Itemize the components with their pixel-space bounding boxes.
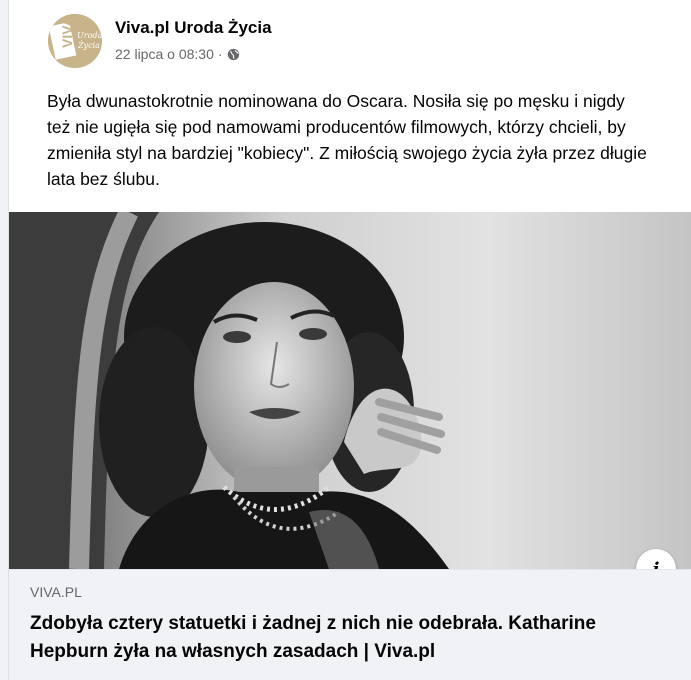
portrait-photo	[9, 212, 691, 569]
meta-separator: ·	[217, 46, 223, 62]
svg-text:Uroda: Uroda	[77, 31, 102, 40]
link-title[interactable]: Zdobyła cztery statuetki i żadnej z nich…	[30, 610, 670, 666]
svg-text:VIVA: VIVA	[59, 16, 75, 48]
link-preview-box[interactable]: VIVA.PL Zdobyła cztery statuetki i żadne…	[9, 569, 691, 680]
post-timestamp[interactable]: 22 lipca o 08:30	[115, 46, 214, 62]
post-card: VIVA Uroda Życia Viva.pl Uroda Życia 22 …	[8, 0, 691, 680]
page-avatar[interactable]: VIVA Uroda Życia	[48, 14, 102, 68]
link-domain: VIVA.PL	[30, 584, 82, 600]
svg-text:Życia: Życia	[77, 41, 100, 50]
viva-logo-icon: VIVA Uroda Życia	[48, 14, 102, 68]
post-text: Była dwunastokrotnie nominowana do Oscar…	[47, 91, 647, 189]
globe-icon[interactable]	[227, 48, 240, 61]
page-name-link[interactable]: Viva.pl Uroda Życia	[115, 18, 272, 38]
link-preview-image[interactable]	[9, 212, 691, 569]
post-meta: 22 lipca o 08:30 ·	[115, 46, 240, 62]
post-header: VIVA Uroda Życia Viva.pl Uroda Życia 22 …	[9, 0, 691, 80]
